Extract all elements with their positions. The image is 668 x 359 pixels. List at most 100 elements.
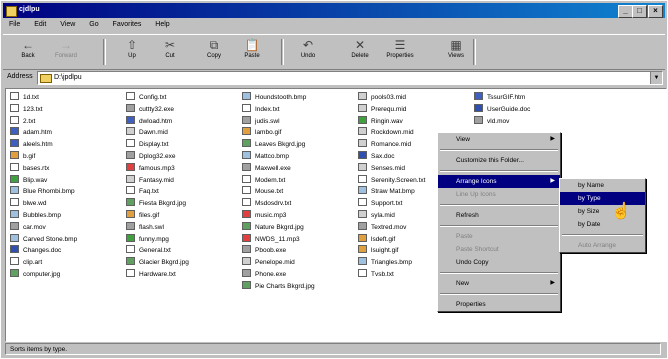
- file-item[interactable]: vld.mov: [474, 115, 592, 128]
- file-item[interactable]: Prerequ.mid: [358, 103, 476, 116]
- file-item[interactable]: Display.txt: [126, 139, 244, 151]
- txt-file-icon: [10, 257, 19, 266]
- menu-go[interactable]: Go: [83, 19, 104, 30]
- file-item[interactable]: Leaves Bkgrd.jpg: [242, 139, 360, 151]
- file-item[interactable]: adam.htm: [10, 127, 128, 139]
- file-item[interactable]: pools03.mid: [358, 92, 476, 104]
- file-item[interactable]: funny.mpg: [126, 233, 244, 246]
- address-dropdown-icon[interactable]: ▼: [650, 72, 662, 84]
- status-text: Sorts items by type.: [5, 343, 661, 355]
- file-item[interactable]: Mouse.txt: [242, 186, 360, 198]
- file-item[interactable]: Index.txt: [242, 103, 360, 116]
- file-item[interactable]: files.gif: [126, 209, 244, 222]
- submenu-item-by-type[interactable]: by Type: [560, 192, 645, 205]
- toolbar-forward-button[interactable]: → Forward: [49, 37, 83, 67]
- context-menu-item-new[interactable]: New ▶: [438, 277, 560, 290]
- title-bar[interactable]: cjdlpu _ □ ×: [3, 3, 665, 18]
- context-menu-item-customize-this-folder[interactable]: Customize this Folder...: [438, 154, 560, 167]
- file-item[interactable]: flash.swl: [126, 221, 244, 234]
- context-menu-item-arrange-icons[interactable]: Arrange Icons ▶: [438, 175, 560, 188]
- menu-file[interactable]: File: [3, 19, 26, 30]
- address-field[interactable]: D:\jpdlpu ▼: [37, 71, 663, 85]
- file-item[interactable]: Dawn.mid: [126, 127, 244, 139]
- file-item[interactable]: Glacier Bkgrd.jpg: [126, 257, 244, 269]
- toolbar-up-button[interactable]: ⇧ Up: [115, 37, 149, 67]
- file-item[interactable]: cuttty32.exe: [126, 103, 244, 116]
- file-item[interactable]: Config.txt: [126, 92, 244, 104]
- menu-view[interactable]: View: [54, 19, 81, 30]
- context-menu-item-refresh[interactable]: Refresh: [438, 209, 560, 222]
- file-item[interactable]: car.mov: [10, 221, 128, 234]
- toolbar-separator: [103, 39, 106, 65]
- toolbar-paste-button[interactable]: 📋 Paste: [235, 37, 269, 67]
- file-item[interactable]: Bubbles.bmp: [10, 209, 128, 222]
- toolbar-back-button[interactable]: ← Back: [11, 37, 45, 67]
- file-item[interactable]: music.mp3: [242, 209, 360, 222]
- file-item[interactable]: clip.art: [10, 257, 128, 269]
- toolbar-copy-button[interactable]: ⧉ Copy: [197, 37, 231, 67]
- file-item[interactable]: Mattco.bmp: [242, 150, 360, 163]
- file-item[interactable]: 2.txt: [10, 115, 128, 128]
- file-item[interactable]: 123.txt: [10, 103, 128, 116]
- menu-favorites[interactable]: Favorites: [107, 19, 148, 30]
- file-item[interactable]: Fantasy.mid: [126, 174, 244, 187]
- mid-file-icon: [358, 139, 367, 148]
- file-name: Bubbles.bmp: [23, 211, 61, 219]
- txt-file-icon: [358, 268, 367, 277]
- toolbar-separator: [281, 39, 284, 65]
- context-menu: View ▶ Customize this Folder... Arrange Ico…: [437, 132, 561, 312]
- file-item[interactable]: blwe.wd: [10, 198, 128, 210]
- toolbar-undo-button[interactable]: ↶ Undo: [291, 37, 325, 67]
- file-item[interactable]: General.txt: [126, 245, 244, 257]
- file-item[interactable]: b.gif: [10, 150, 128, 163]
- submenu-item-by-size[interactable]: by Size: [560, 205, 645, 218]
- file-item[interactable]: Pboob.exe: [242, 245, 360, 257]
- file-item[interactable]: Maxwell.exe: [242, 162, 360, 175]
- file-item[interactable]: Hardware.txt: [126, 268, 244, 281]
- toolbar-label: Undo: [300, 53, 316, 59]
- file-item[interactable]: judis.swl: [242, 115, 360, 128]
- file-item[interactable]: TssurGIF.htm: [474, 92, 592, 104]
- toolbar-delete-button[interactable]: ✕ Delete: [343, 37, 377, 67]
- toolbar-properties-button[interactable]: ☰ Properties: [383, 37, 417, 67]
- file-name: Changes.doc: [23, 247, 62, 255]
- file-item[interactable]: Changes.doc: [10, 245, 128, 257]
- submenu-item-by-date[interactable]: by Date: [560, 218, 645, 231]
- file-item[interactable]: Dplog32.exe: [126, 150, 244, 163]
- file-item[interactable]: bases.rtx: [10, 162, 128, 175]
- file-item[interactable]: Phone.exe: [242, 268, 360, 281]
- file-item[interactable]: Carved Stone.bmp: [10, 233, 128, 246]
- file-item[interactable]: UserGuide.doc: [474, 103, 592, 116]
- toolbar-label: Cut: [165, 53, 175, 59]
- file-item[interactable]: computer.jpg: [10, 268, 128, 281]
- menu-edit[interactable]: Edit: [28, 19, 52, 30]
- file-name: TssurGIF.htm: [487, 94, 526, 101]
- context-menu-item-undo-copy[interactable]: Undo Copy: [438, 256, 560, 269]
- file-item[interactable]: famous.mp3: [126, 162, 244, 175]
- file-item[interactable]: Faq.txt: [126, 186, 244, 198]
- close-button[interactable]: ×: [648, 5, 663, 18]
- file-item[interactable]: NWDS_11.mp3: [242, 233, 360, 246]
- context-menu-item-properties[interactable]: Properties: [438, 298, 560, 311]
- toolbar-cut-button[interactable]: ✂ Cut: [153, 37, 187, 67]
- file-item[interactable]: Houndstooth.bmp: [242, 92, 360, 104]
- file-item[interactable]: lambo.gif: [242, 127, 360, 139]
- maximize-button[interactable]: □: [632, 5, 647, 18]
- submenu-item-by-name[interactable]: by Name: [560, 179, 645, 192]
- menu-help[interactable]: Help: [149, 19, 175, 30]
- file-item[interactable]: aleels.htm: [10, 139, 128, 151]
- file-item[interactable]: Pie Charts Bkgrd.jpg: [242, 280, 360, 293]
- file-item[interactable]: dwload.htm: [126, 115, 244, 128]
- file-item[interactable]: Blue Rhombi.bmp: [10, 186, 128, 198]
- file-item[interactable]: Ringin.wav: [358, 115, 476, 128]
- toolbar-views-button[interactable]: ▦ Views: [439, 37, 473, 67]
- file-item[interactable]: 1d.txt: [10, 92, 128, 104]
- file-item[interactable]: Msdosdrv.txt: [242, 198, 360, 210]
- minimize-button[interactable]: _: [618, 5, 633, 18]
- file-item[interactable]: Penelope.mid: [242, 257, 360, 269]
- context-menu-item-view[interactable]: View ▶: [438, 133, 560, 146]
- file-item[interactable]: Nature Bkgrd.jpg: [242, 221, 360, 234]
- file-item[interactable]: Fiesta Bkgrd.jpg: [126, 198, 244, 210]
- file-item[interactable]: Modem.txt: [242, 174, 360, 187]
- file-item[interactable]: Blip.wav: [10, 174, 128, 187]
